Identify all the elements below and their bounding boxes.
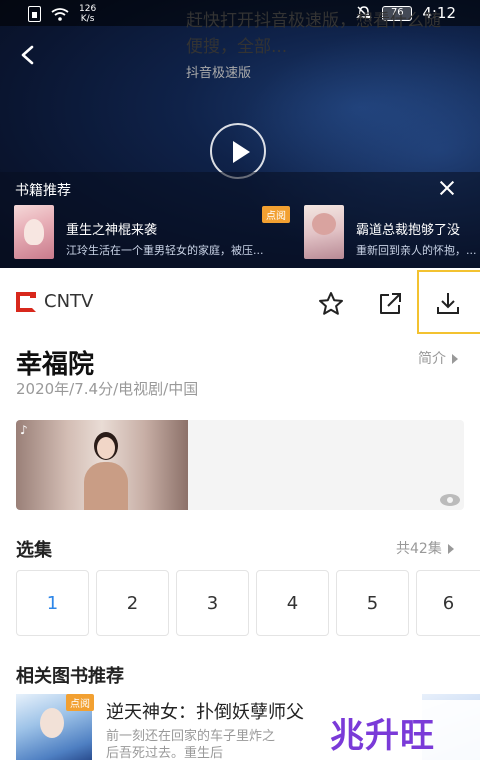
book-desc: 重新回到亲人的怀抱，... — [356, 244, 477, 257]
episode-button[interactable]: 3 — [176, 570, 249, 636]
ad-view-icon[interactable] — [440, 494, 460, 506]
related-books-title: 相关图书推荐 — [16, 666, 124, 687]
book-info: 霸道总裁抱够了没 重新回到亲人的怀抱，... — [356, 205, 480, 261]
source-name: CNTV — [44, 291, 94, 312]
book-desc: 江玲生活在一个重男轻女的家庭，被压... — [66, 244, 264, 257]
ad-text: 赶快打开抖音极速版，想看什么随便搜，全部... — [186, 11, 441, 57]
show-title: 幸福院 — [16, 350, 95, 380]
chevron-right-icon — [452, 354, 458, 364]
episode-button[interactable]: 2 — [96, 570, 169, 636]
episodes-count: 共42集 — [396, 541, 442, 557]
related-book-title[interactable]: 逆天神女：扑倒妖孽师父 — [106, 698, 341, 724]
download-focus-highlight — [417, 270, 480, 334]
ad-source: 抖音极速版 — [186, 66, 252, 81]
share-icon[interactable] — [376, 290, 404, 318]
network-speed-value: 126 — [79, 4, 97, 14]
recommend-book-card[interactable]: 霸道总裁抱够了没 重新回到亲人的怀抱，... — [304, 205, 480, 261]
ad-person-image — [84, 432, 128, 510]
ad-image: ♪ — [16, 420, 188, 510]
book-cover — [14, 205, 54, 259]
intro-link[interactable]: 简介 — [418, 348, 458, 368]
book-title: 重生之神棍来袭 — [66, 223, 158, 238]
cntv-logo-icon — [16, 292, 36, 312]
episode-button[interactable]: 1 — [16, 570, 89, 636]
ad-banner[interactable]: ♪ — [16, 420, 464, 510]
chevron-right-icon — [447, 544, 454, 554]
book-info: 重生之神棍来袭 江玲生活在一个重男轻女的家庭，被压... — [66, 205, 266, 261]
book-cover — [304, 205, 344, 259]
book-recommend-title: 书籍推荐 — [15, 183, 71, 199]
episode-button[interactable]: 4 — [256, 570, 329, 636]
intro-label: 简介 — [418, 351, 446, 367]
recommend-book-card[interactable]: 重生之神棍来袭 江玲生活在一个重男轻女的家庭，被压... — [14, 205, 266, 261]
play-button[interactable] — [210, 123, 266, 179]
book-tag: 点阅 — [262, 206, 290, 223]
episodes-title: 选集 — [16, 540, 52, 561]
back-arrow-icon[interactable] — [16, 42, 40, 68]
network-speed: 126 K/s — [79, 4, 96, 24]
sim-card-icon — [28, 6, 41, 22]
watermark-logo: 兆升旺 — [330, 716, 435, 756]
episodes-count-link[interactable]: 共42集 — [396, 538, 454, 558]
episode-button[interactable]: 6 — [416, 570, 480, 636]
tiktok-logo-icon: ♪ — [20, 423, 28, 437]
favorite-star-icon[interactable] — [317, 290, 345, 318]
wifi-icon — [51, 7, 69, 21]
related-book-desc: 前一刻还在回家的车子里炸之后吾死过去。重生后 — [106, 729, 276, 760]
episode-button[interactable]: 5 — [336, 570, 409, 636]
close-icon[interactable] — [437, 178, 457, 198]
book-title: 霸道总裁抱够了没 — [356, 223, 461, 238]
related-book-tag: 点阅 — [66, 694, 94, 711]
network-speed-unit: K/s — [80, 14, 95, 24]
show-meta: 2020年/7.4分/电视剧/中国 — [16, 380, 199, 398]
